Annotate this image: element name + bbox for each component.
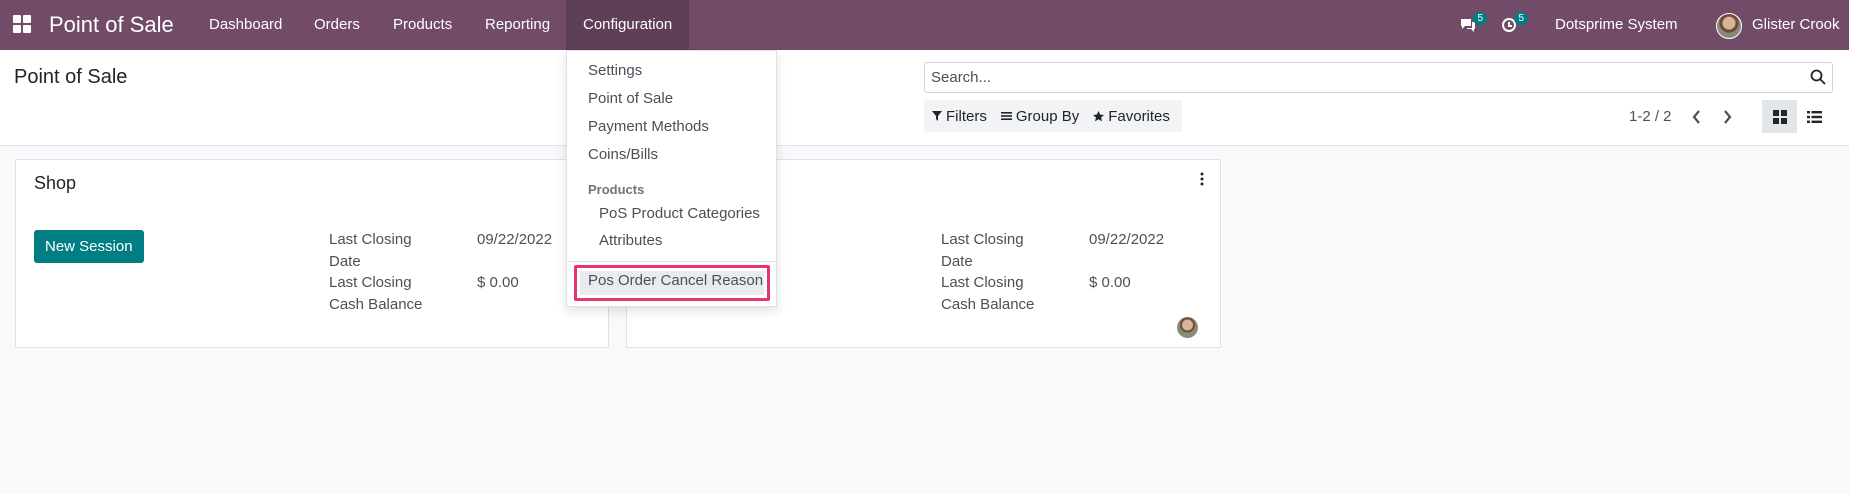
closing-date-label: Last Closing Date [329, 229, 412, 273]
groupby-button[interactable]: Group By [1000, 107, 1080, 125]
menu-dashboard[interactable]: Dashboard [209, 0, 282, 50]
closing-date-label-line1: Last Closing [941, 231, 1024, 248]
app-brand[interactable]: Point of Sale [49, 12, 174, 38]
menu-reporting[interactable]: Reporting [485, 0, 550, 50]
cash-balance-label-line2: Cash Balance [941, 296, 1035, 313]
dropdown-item-settings[interactable]: Settings [588, 62, 642, 79]
filter-icon [932, 111, 942, 121]
closing-date-value: 09/22/2022 [477, 231, 553, 248]
cash-balance-label-line1: Last Closing [329, 274, 412, 291]
search-box [924, 62, 1833, 93]
cash-balance-label-line1: Last Closing [941, 274, 1024, 291]
closing-date-label-line2: Date [941, 253, 973, 270]
next-page-icon[interactable] [1720, 108, 1734, 126]
list-icon [1000, 112, 1012, 120]
kanban-icon [1772, 109, 1787, 124]
search-options: Filters Group By Favorites [924, 100, 1182, 132]
configuration-dropdown: Settings Point of Sale Payment Methods C… [566, 50, 777, 307]
messages-icon[interactable]: 5 [1459, 12, 1487, 33]
dropdown-divider [567, 261, 776, 262]
dropdown-section-products: Products [588, 182, 645, 197]
dropdown-item-coins-bills[interactable]: Coins/Bills [588, 146, 658, 163]
closing-date-label: Last Closing Date [941, 229, 1024, 273]
favorites-label: Favorites [1108, 107, 1170, 125]
closing-date-label-line2: Date [329, 253, 361, 270]
previous-page-icon[interactable] [1690, 108, 1704, 126]
pos-card-shop: Shop New Session Last Closing Date 09/22… [15, 159, 609, 348]
dropdown-item-pos-order-cancel-reason[interactable]: Pos Order Cancel Reason [588, 272, 763, 289]
user-avatar[interactable] [1716, 13, 1742, 39]
responsible-avatar[interactable] [1177, 317, 1198, 338]
groupby-label: Group By [1015, 107, 1080, 125]
list-view-icon [1807, 110, 1822, 123]
kanban-view-button[interactable] [1762, 100, 1797, 133]
menu-configuration[interactable]: Configuration [566, 0, 690, 50]
view-switcher [1762, 100, 1832, 133]
cash-balance-label: Last Closing Cash Balance [941, 272, 1034, 316]
messages-badge: 5 [1473, 12, 1487, 25]
new-session-button[interactable]: New Session [34, 230, 144, 263]
dropdown-item-pos-product-categories[interactable]: PoS Product Categories [599, 205, 760, 222]
activities-badge: 5 [1514, 12, 1528, 25]
closing-date-value: 09/22/2022 [1089, 231, 1165, 248]
cash-balance-value: $ 0.00 [477, 274, 519, 291]
cash-balance-value: $ 0.00 [1089, 274, 1131, 291]
list-view-button[interactable] [1797, 100, 1832, 133]
menu-products[interactable]: Products [393, 0, 452, 50]
card-options-icon[interactable] [1199, 172, 1205, 186]
menu-orders[interactable]: Orders [314, 0, 360, 50]
company-switcher[interactable]: Dotsprime System [1555, 0, 1678, 50]
dropdown-item-attributes[interactable]: Attributes [599, 232, 662, 249]
star-icon [1093, 110, 1105, 121]
search-input[interactable] [925, 63, 1785, 92]
apps-menu-icon[interactable] [13, 15, 31, 33]
pager-value[interactable]: 1-2 / 2 [1629, 108, 1672, 125]
page-title: Point of Sale [14, 66, 128, 88]
dropdown-item-point-of-sale[interactable]: Point of Sale [588, 90, 673, 107]
activities-icon[interactable]: 5 [1500, 12, 1528, 33]
card-title[interactable]: Shop [34, 173, 76, 194]
cash-balance-label: Last Closing Cash Balance [329, 272, 422, 316]
control-panel: Point of Sale Filters Group By Favorites… [0, 50, 1849, 146]
search-icon[interactable] [1810, 69, 1826, 85]
dropdown-item-payment-methods[interactable]: Payment Methods [588, 118, 709, 135]
user-menu[interactable]: Glister Crook [1752, 0, 1840, 50]
filters-label: Filters [946, 107, 987, 125]
closing-date-label-line1: Last Closing [329, 231, 412, 248]
favorites-button[interactable]: Favorites [1093, 108, 1170, 125]
filters-button[interactable]: Filters [932, 108, 987, 125]
top-navbar: Point of Sale Dashboard Orders Products … [0, 0, 1849, 50]
cash-balance-label-line2: Cash Balance [329, 296, 423, 313]
